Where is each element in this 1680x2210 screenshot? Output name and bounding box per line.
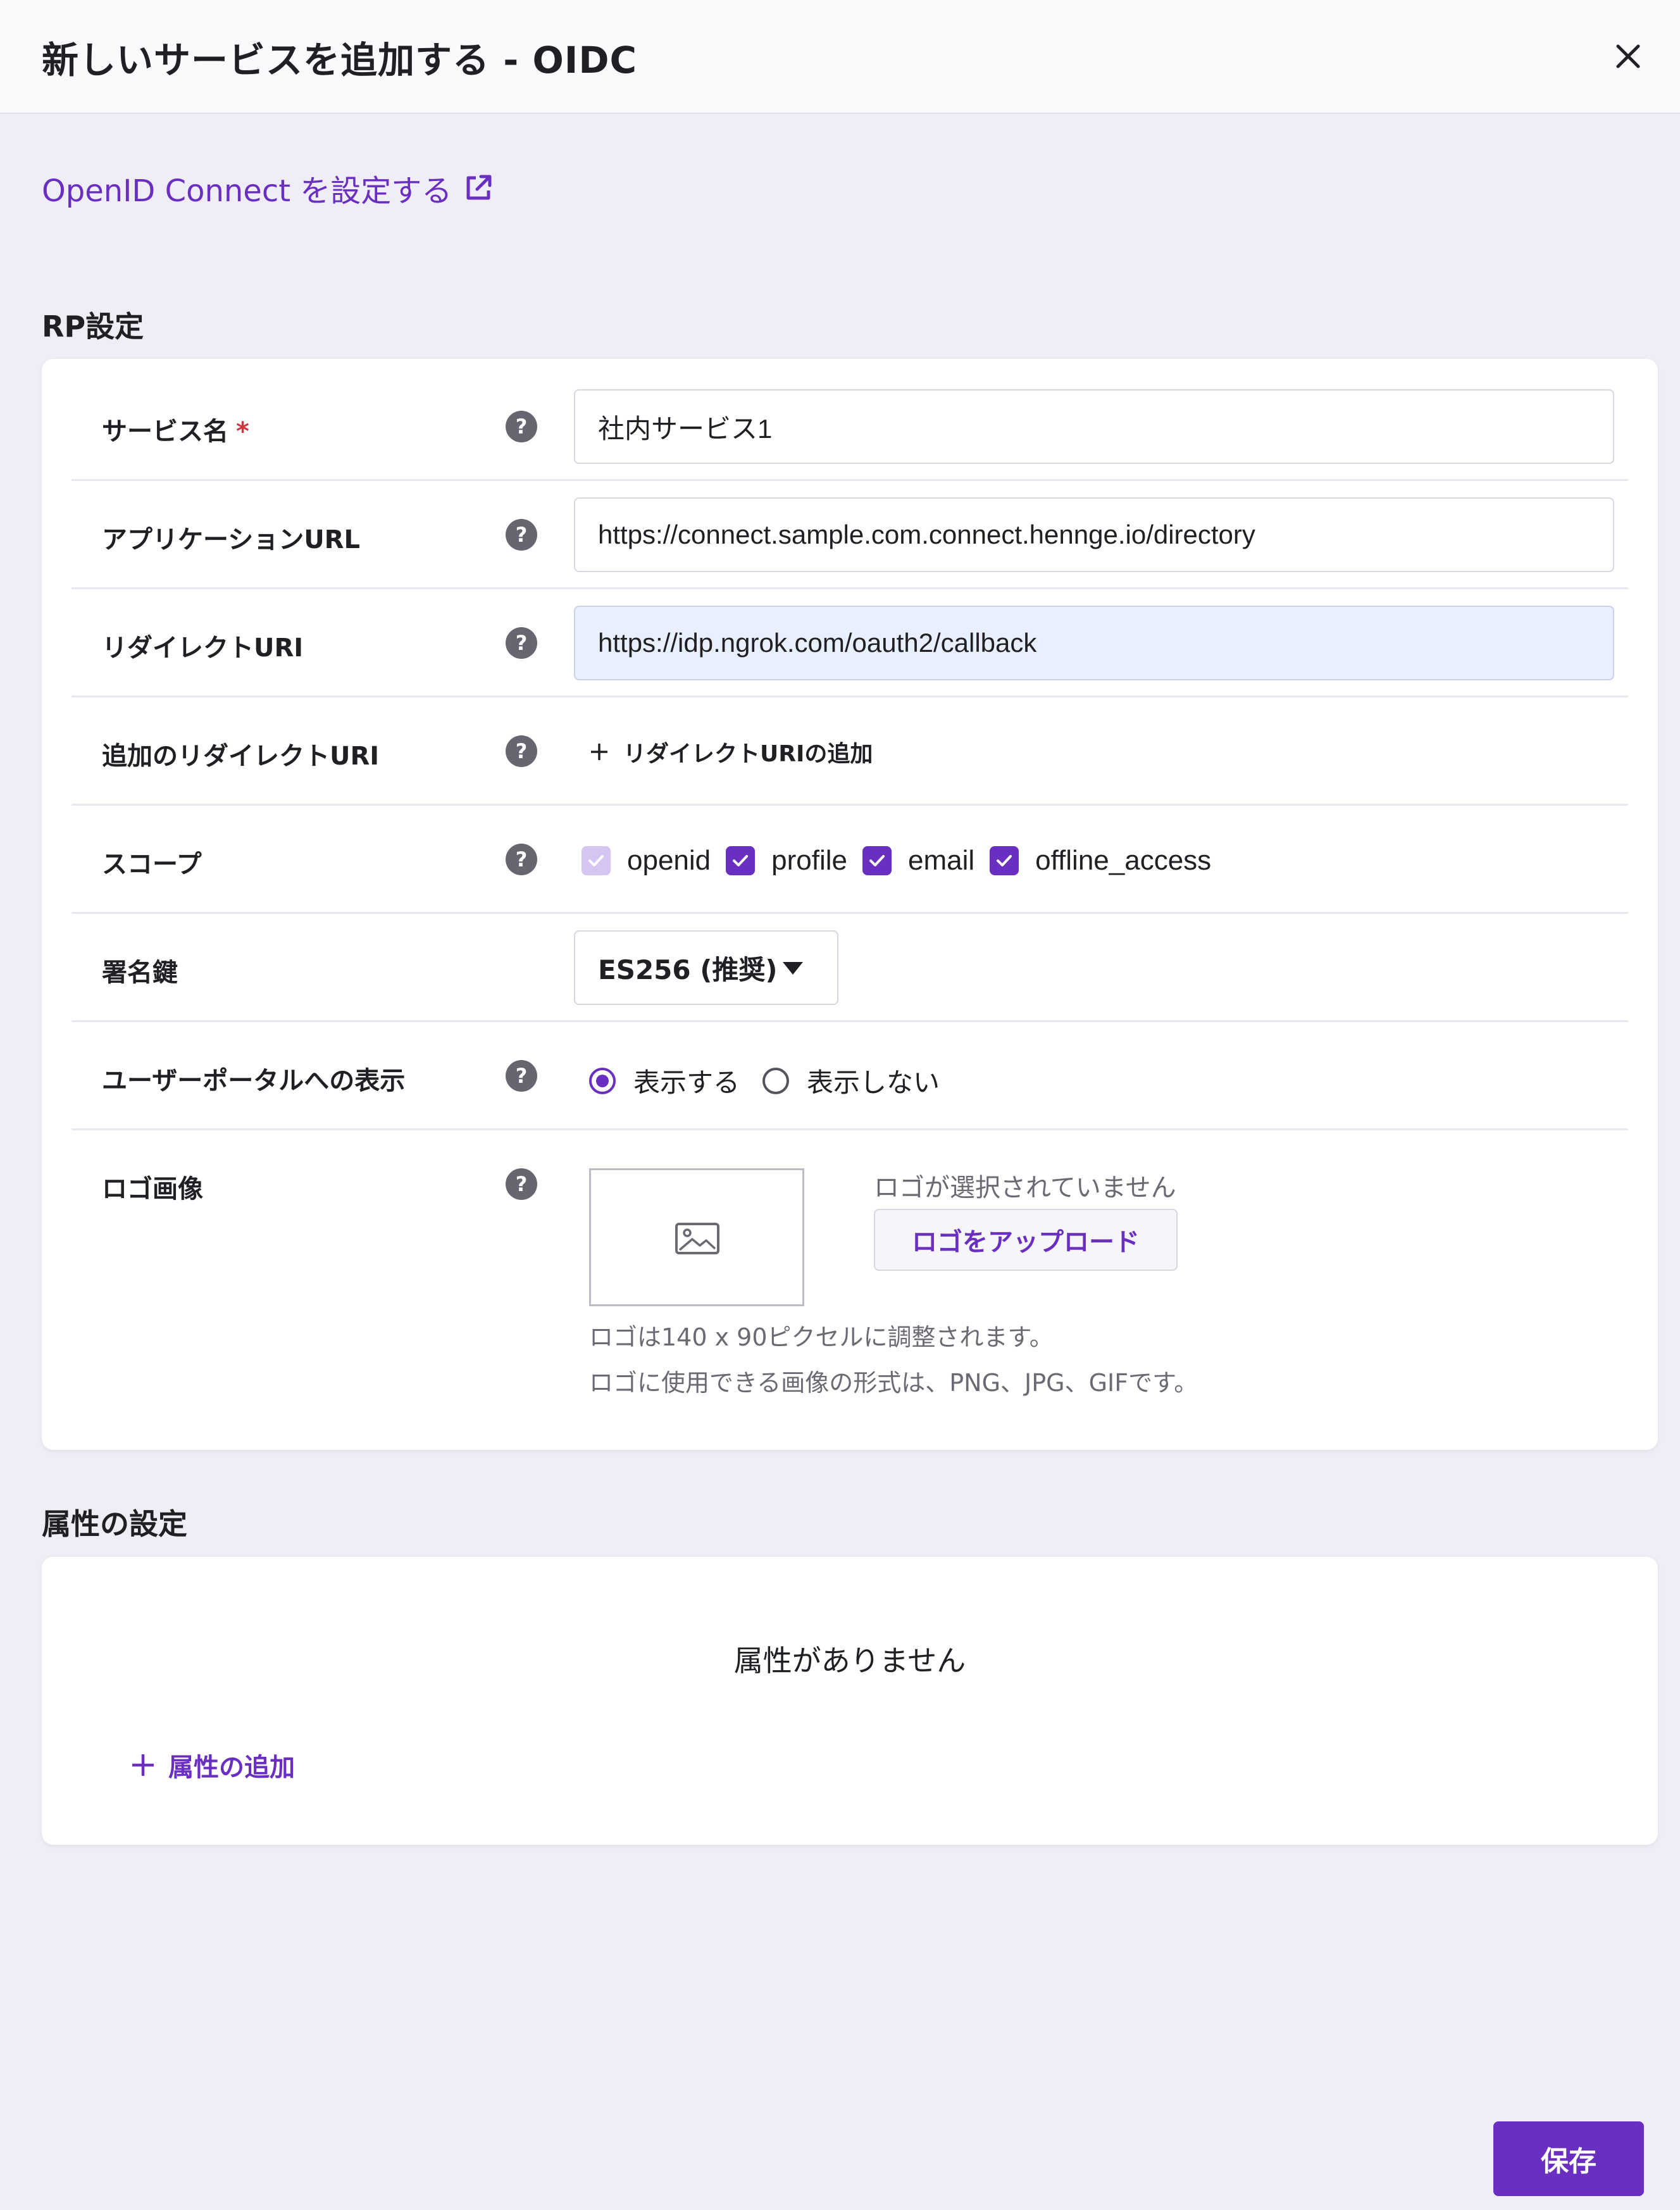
scope-email-label[interactable]: email [908,845,974,877]
close-button[interactable] [1607,35,1649,77]
save-button[interactable]: 保存 [1493,2121,1644,2196]
scope-offline-access-label[interactable]: offline_access [1035,845,1211,877]
logo-row: ロゴ画像 ? ロゴが選択されていません ロゴをアップロード ロゴは140 x 9… [72,1130,1628,1440]
service-name-label: サービス名 * [102,417,249,446]
rp-settings-heading: RP設定 [42,309,144,344]
help-icon[interactable]: ? [504,409,538,444]
logo-format-note: ロゴに使用できる画像の形式は、PNG、JPG、GIFです。 [589,1369,1198,1397]
application-url-input[interactable] [574,497,1614,572]
logo-status-text: ロゴが選択されていません [874,1173,1176,1202]
svg-text:?: ? [516,739,528,763]
portal-display-row: ユーザーポータルへの表示 ? 表示する 表示しない [72,1022,1628,1130]
svg-text:?: ? [516,847,528,871]
add-redirect-uri-label: リダイレクトURIの追加 [623,741,873,767]
portal-display-show-radio[interactable] [589,1067,616,1094]
portal-display-hide-label[interactable]: 表示しない [807,1061,940,1100]
signing-key-row: 署名鍵 ES256 (推奨) [72,914,1628,1022]
help-icon[interactable]: ? [504,734,538,768]
scope-offline-access-checkbox[interactable] [990,846,1019,875]
radio-dot [596,1074,609,1087]
svg-text:?: ? [516,1064,528,1088]
redirect-uri-label: リダイレクトURI [102,634,304,663]
help-icon[interactable]: ? [504,842,538,877]
logo-label: ロゴ画像 [102,1175,203,1204]
portal-display-label: ユーザーポータルへの表示 [102,1066,406,1096]
dialog-header: 新しいサービスを追加する - OIDC [0,0,1680,114]
add-redirect-uri-button[interactable]: リダイレクトURIの追加 [589,735,873,768]
help-icon[interactable]: ? [504,1167,538,1201]
scope-profile-label[interactable]: profile [771,845,847,877]
help-icon[interactable]: ? [504,1059,538,1093]
caret-down-icon [783,962,803,975]
help-icon[interactable]: ? [504,518,538,552]
scope-options: openid profile email offline_access [582,845,1226,877]
image-placeholder-icon [675,1223,719,1254]
help-icon[interactable]: ? [504,626,538,660]
dialog-title: 新しいサービスを追加する - OIDC [42,39,638,82]
portal-display-options: 表示する 表示しない [589,1061,962,1100]
no-attributes-text: 属性がありません [733,1644,966,1678]
redirect-uri-input[interactable] [574,606,1614,680]
application-url-label: アプリケーションURL [102,525,360,554]
add-attribute-label: 属性の追加 [168,1753,295,1782]
scope-openid-checkbox [582,846,611,875]
openid-connect-setup-link-label[interactable]: OpenID Connect を設定する [42,166,452,210]
service-name-row: サービス名 * ? [72,359,1628,481]
upload-logo-button[interactable]: ロゴをアップロード [874,1209,1178,1271]
additional-redirect-row: 追加のリダイレクトURI ? リダイレクトURIの追加 [72,697,1628,806]
required-mark: * [236,417,249,446]
plus-icon [132,1754,154,1776]
attributes-card: 属性がありません 属性の追加 [42,1557,1658,1845]
signing-key-select[interactable]: ES256 (推奨) [574,930,838,1005]
scope-email-checkbox[interactable] [862,846,892,875]
portal-display-show-label[interactable]: 表示する [633,1061,740,1100]
checkmark-icon [588,855,604,866]
scope-openid-label: openid [627,845,711,876]
checkmark-icon [869,855,885,866]
logo-size-note: ロゴは140 x 90ピクセルに調整されます。 [589,1323,1054,1351]
signing-key-selected-value: ES256 (推奨) [598,954,778,985]
redirect-uri-row: リダイレクトURI ? [72,589,1628,697]
rp-settings-card: サービス名* ? アプリケーションURL ? リダイレクトURI ? 追加のリダ… [42,359,1658,1450]
additional-redirect-label: 追加のリダイレクトURI [102,742,380,771]
svg-text:?: ? [516,631,528,655]
service-name-input[interactable] [574,389,1614,464]
scope-label: スコープ [102,850,202,879]
add-attribute-button[interactable]: 属性の追加 [130,1747,295,1783]
openid-connect-setup-link[interactable]: OpenID Connect を設定する [42,166,494,210]
plus-icon [591,744,607,760]
checkmark-icon [733,855,749,866]
external-link-icon [466,175,492,200]
scope-row: スコープ ? openid profile email offline_acce… [72,806,1628,914]
close-icon[interactable] [1607,35,1649,77]
checkmark-icon [997,855,1012,866]
scope-profile-checkbox[interactable] [726,846,756,875]
svg-text:?: ? [516,415,528,439]
portal-display-hide-radio[interactable] [762,1067,790,1094]
svg-text:?: ? [516,1172,528,1196]
signing-key-label: 署名鍵 [102,958,178,987]
logo-preview [589,1168,804,1306]
svg-text:?: ? [516,523,528,547]
attributes-heading: 属性の設定 [42,1507,187,1541]
application-url-row: アプリケーションURL ? [72,481,1628,589]
